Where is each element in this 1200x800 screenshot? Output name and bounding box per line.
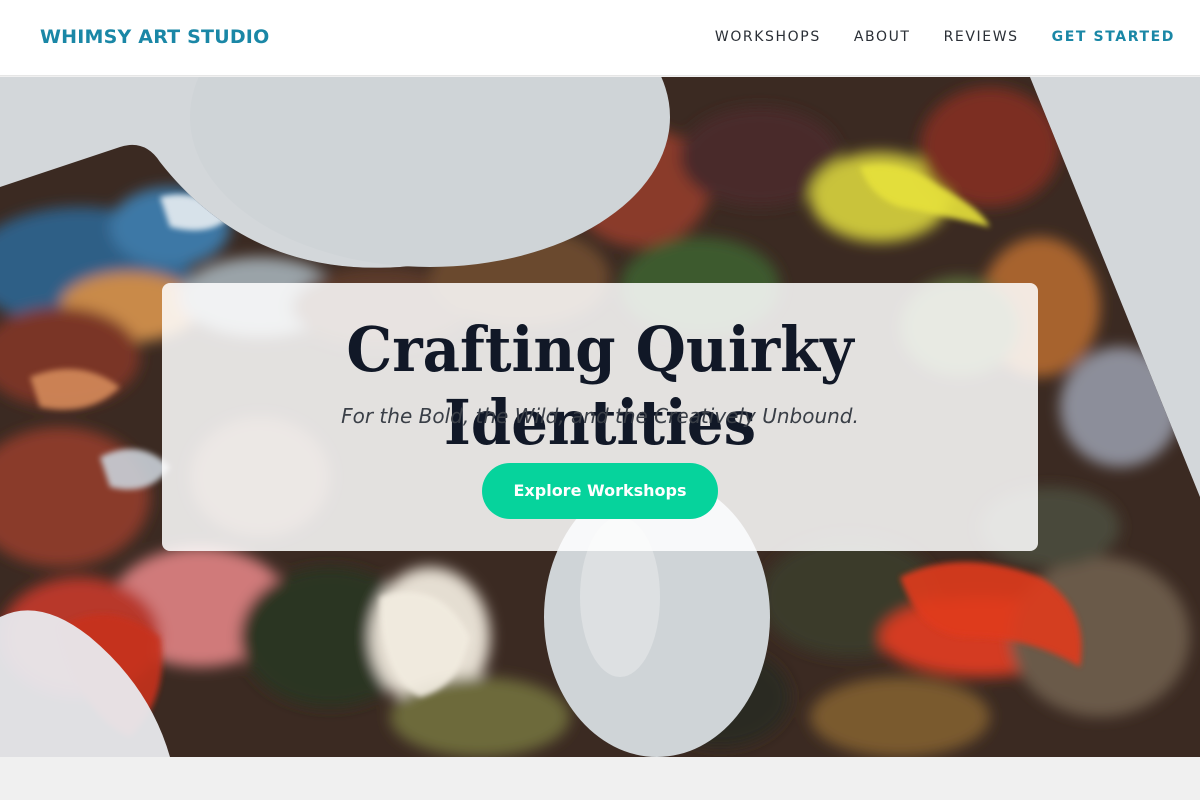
nav-link-reviews[interactable]: REVIEWS	[944, 29, 1019, 45]
main-nav: WORKSHOPS ABOUT REVIEWS GET STARTED	[715, 29, 1175, 45]
site-header: WHIMSY ART STUDIO WORKSHOPS ABOUT REVIEW…	[0, 0, 1200, 76]
page-bottom-band	[0, 757, 1200, 800]
nav-link-about[interactable]: ABOUT	[854, 29, 911, 45]
hero-card: Crafting Quirky Identities For the Bold,…	[162, 283, 1038, 551]
nav-link-get-started[interactable]: GET STARTED	[1052, 29, 1175, 45]
site-logo[interactable]: WHIMSY ART STUDIO	[40, 26, 269, 48]
explore-workshops-button[interactable]: Explore Workshops	[482, 463, 718, 519]
hero-subtitle: For the Bold, the Wild, and the Creative…	[341, 404, 859, 428]
hero-title: Crafting Quirky Identities	[346, 313, 854, 459]
nav-link-workshops[interactable]: WORKSHOPS	[715, 29, 821, 45]
